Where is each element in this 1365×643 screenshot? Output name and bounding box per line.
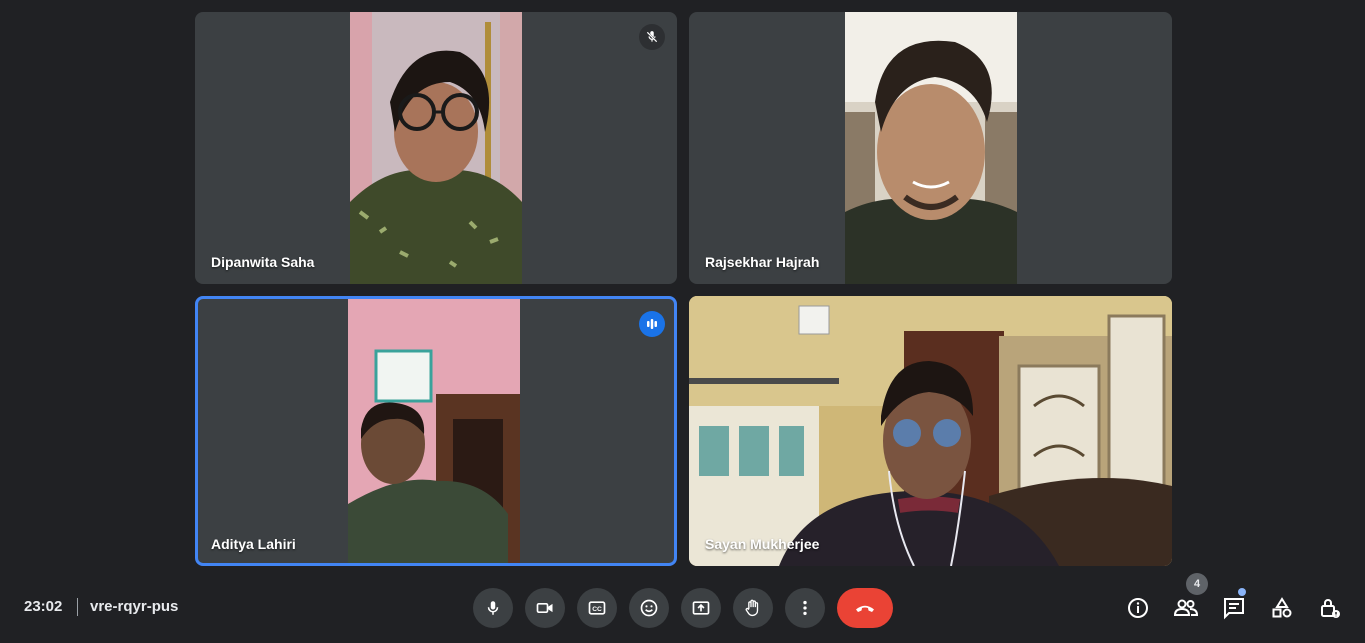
- participant-name: Rajsekhar Hajrah: [705, 254, 820, 270]
- people-button[interactable]: [1170, 592, 1202, 624]
- meeting-controls-bar: 23:02 vre-rqyr-pus CC 4: [0, 573, 1365, 630]
- raise-hand-icon: [745, 599, 759, 616]
- activities-icon: [1272, 597, 1292, 618]
- meeting-time: 23:02: [24, 598, 63, 615]
- host-controls-button[interactable]: [1314, 592, 1346, 624]
- muted-indicator: [639, 24, 665, 50]
- chat-notification-dot: [1238, 588, 1246, 596]
- end-call-button[interactable]: [837, 588, 893, 628]
- end-call-icon: [856, 605, 874, 612]
- microphone-icon: [487, 601, 499, 615]
- participant-count-badge: 4: [1186, 573, 1208, 595]
- mic-off-icon: [646, 31, 658, 43]
- more-options-icon: [803, 600, 807, 616]
- more-options-button[interactable]: [785, 588, 825, 628]
- participant-name: Sayan Mukherjee: [705, 536, 820, 552]
- people-icon: [1173, 599, 1199, 616]
- meeting-details-button[interactable]: [1122, 592, 1154, 624]
- chat-icon: [1224, 598, 1244, 620]
- participant-tile-sayan-mukherjee[interactable]: Sayan Mukherjee: [689, 296, 1172, 566]
- captions-button[interactable]: CC: [577, 588, 617, 628]
- participant-tile-rajsekhar-hajrah[interactable]: Rajsekhar Hajrah: [689, 12, 1172, 284]
- camera-icon: [536, 603, 553, 613]
- emoji-icon: [640, 599, 658, 617]
- svg-text:CC: CC: [592, 606, 602, 613]
- participant-name: Aditya Lahiri: [211, 536, 296, 552]
- camera-button[interactable]: [525, 588, 565, 628]
- raise-hand-button[interactable]: [733, 588, 773, 628]
- divider: [77, 598, 78, 616]
- participant-tile-aditya-lahiri[interactable]: Aditya Lahiri: [195, 296, 677, 566]
- activities-button[interactable]: [1266, 592, 1298, 624]
- info-icon: [1128, 598, 1148, 618]
- chat-button[interactable]: [1218, 592, 1250, 624]
- audio-level-icon: [647, 319, 657, 329]
- captions-icon: CC: [588, 601, 606, 615]
- participant-tile-dipanwita-saha[interactable]: Dipanwita Saha: [195, 12, 677, 284]
- meeting-code: vre-rqyr-pus: [90, 598, 179, 615]
- speaking-indicator: [639, 311, 665, 337]
- present-screen-icon: [692, 601, 710, 615]
- participant-video-feed: [348, 299, 520, 563]
- participant-name: Dipanwita Saha: [211, 254, 315, 270]
- participant-video-feed: [844, 12, 1017, 284]
- microphone-button[interactable]: [473, 588, 513, 628]
- participant-video-feed: [350, 12, 522, 284]
- present-screen-button[interactable]: [681, 588, 721, 628]
- host-controls-icon: [1321, 599, 1340, 618]
- emoji-reactions-button[interactable]: [629, 588, 669, 628]
- participant-video-feed: [689, 296, 1172, 566]
